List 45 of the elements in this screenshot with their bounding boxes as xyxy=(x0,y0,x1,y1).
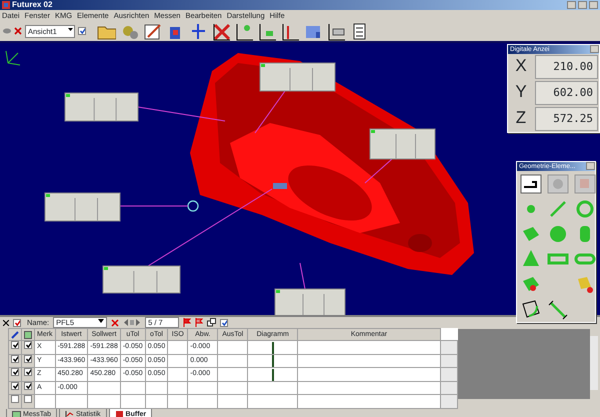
windows-icon[interactable] xyxy=(207,318,216,328)
coordinate-value: 210.00 xyxy=(535,55,598,79)
caret-icon xyxy=(98,318,104,324)
leader-line xyxy=(254,90,286,134)
delete-icon[interactable] xyxy=(111,318,120,327)
show-checkbox[interactable] xyxy=(220,318,228,327)
leader-line xyxy=(300,262,306,290)
feature-checkbox[interactable] xyxy=(13,318,21,327)
table-icon xyxy=(24,330,32,339)
flag-icon[interactable] xyxy=(183,318,192,328)
maximize-button[interactable] xyxy=(578,1,587,9)
row-checkbox[interactable] xyxy=(11,395,19,404)
flag-icon[interactable] xyxy=(195,318,204,328)
row-checkbox[interactable] xyxy=(11,341,19,350)
leader-line xyxy=(364,158,392,184)
close-button[interactable] xyxy=(590,45,599,53)
coordinate-value: 602.00 xyxy=(535,81,598,105)
axis-label: X xyxy=(514,55,528,77)
tolerance-bar xyxy=(272,368,274,380)
app-logo-icon xyxy=(2,1,10,9)
caret-icon xyxy=(67,26,74,32)
coordinate-value: 572.25 xyxy=(535,107,598,131)
row-checkbox[interactable] xyxy=(24,341,32,350)
window-title: Futurex 02 xyxy=(12,0,54,10)
axis-label: Y xyxy=(514,81,528,103)
distance-icon[interactable] xyxy=(546,298,570,320)
axis-triad-icon xyxy=(6,50,20,66)
apply-checkbox[interactable] xyxy=(78,27,86,35)
row-checkbox[interactable] xyxy=(11,368,19,376)
row-checkbox[interactable] xyxy=(24,368,32,376)
navigate-icon[interactable] xyxy=(123,318,142,328)
plane-icon[interactable] xyxy=(326,21,346,41)
close-button[interactable] xyxy=(589,1,598,9)
tolerance-bar xyxy=(272,355,274,367)
axis-label: Z xyxy=(514,107,528,129)
cross-icon[interactable] xyxy=(211,21,231,41)
close-button[interactable] xyxy=(586,162,595,170)
chart-icon xyxy=(65,410,74,417)
callout-box xyxy=(370,128,436,160)
selection-circle-icon xyxy=(187,200,199,212)
minimize-button[interactable] xyxy=(567,1,576,9)
close-icon[interactable] xyxy=(3,320,9,326)
tolerance-bar xyxy=(272,342,274,354)
row-checkbox[interactable] xyxy=(24,395,32,404)
cubes-icon[interactable] xyxy=(573,173,597,195)
